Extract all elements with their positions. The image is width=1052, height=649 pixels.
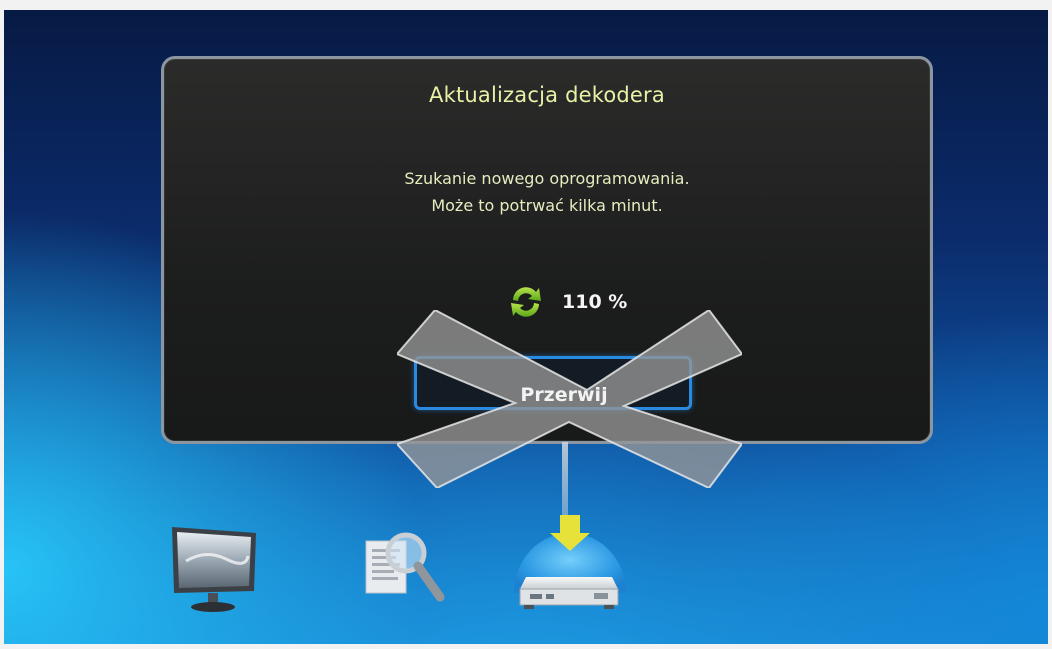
tv-monitor-icon[interactable] — [166, 521, 261, 616]
message-line-1: Szukanie nowego oprogramowania. — [404, 169, 690, 188]
tv-screen: Aktualizacja dekodera Szukanie nowego op… — [4, 10, 1048, 644]
decoder-update-icon[interactable] — [510, 507, 630, 622]
document-search-icon[interactable] — [354, 521, 449, 616]
disabled-cross-overlay — [397, 310, 742, 488]
message-line-2: Może to potrwać kilka minut. — [431, 196, 663, 215]
dialog-title: Aktualizacja dekodera — [429, 83, 665, 107]
